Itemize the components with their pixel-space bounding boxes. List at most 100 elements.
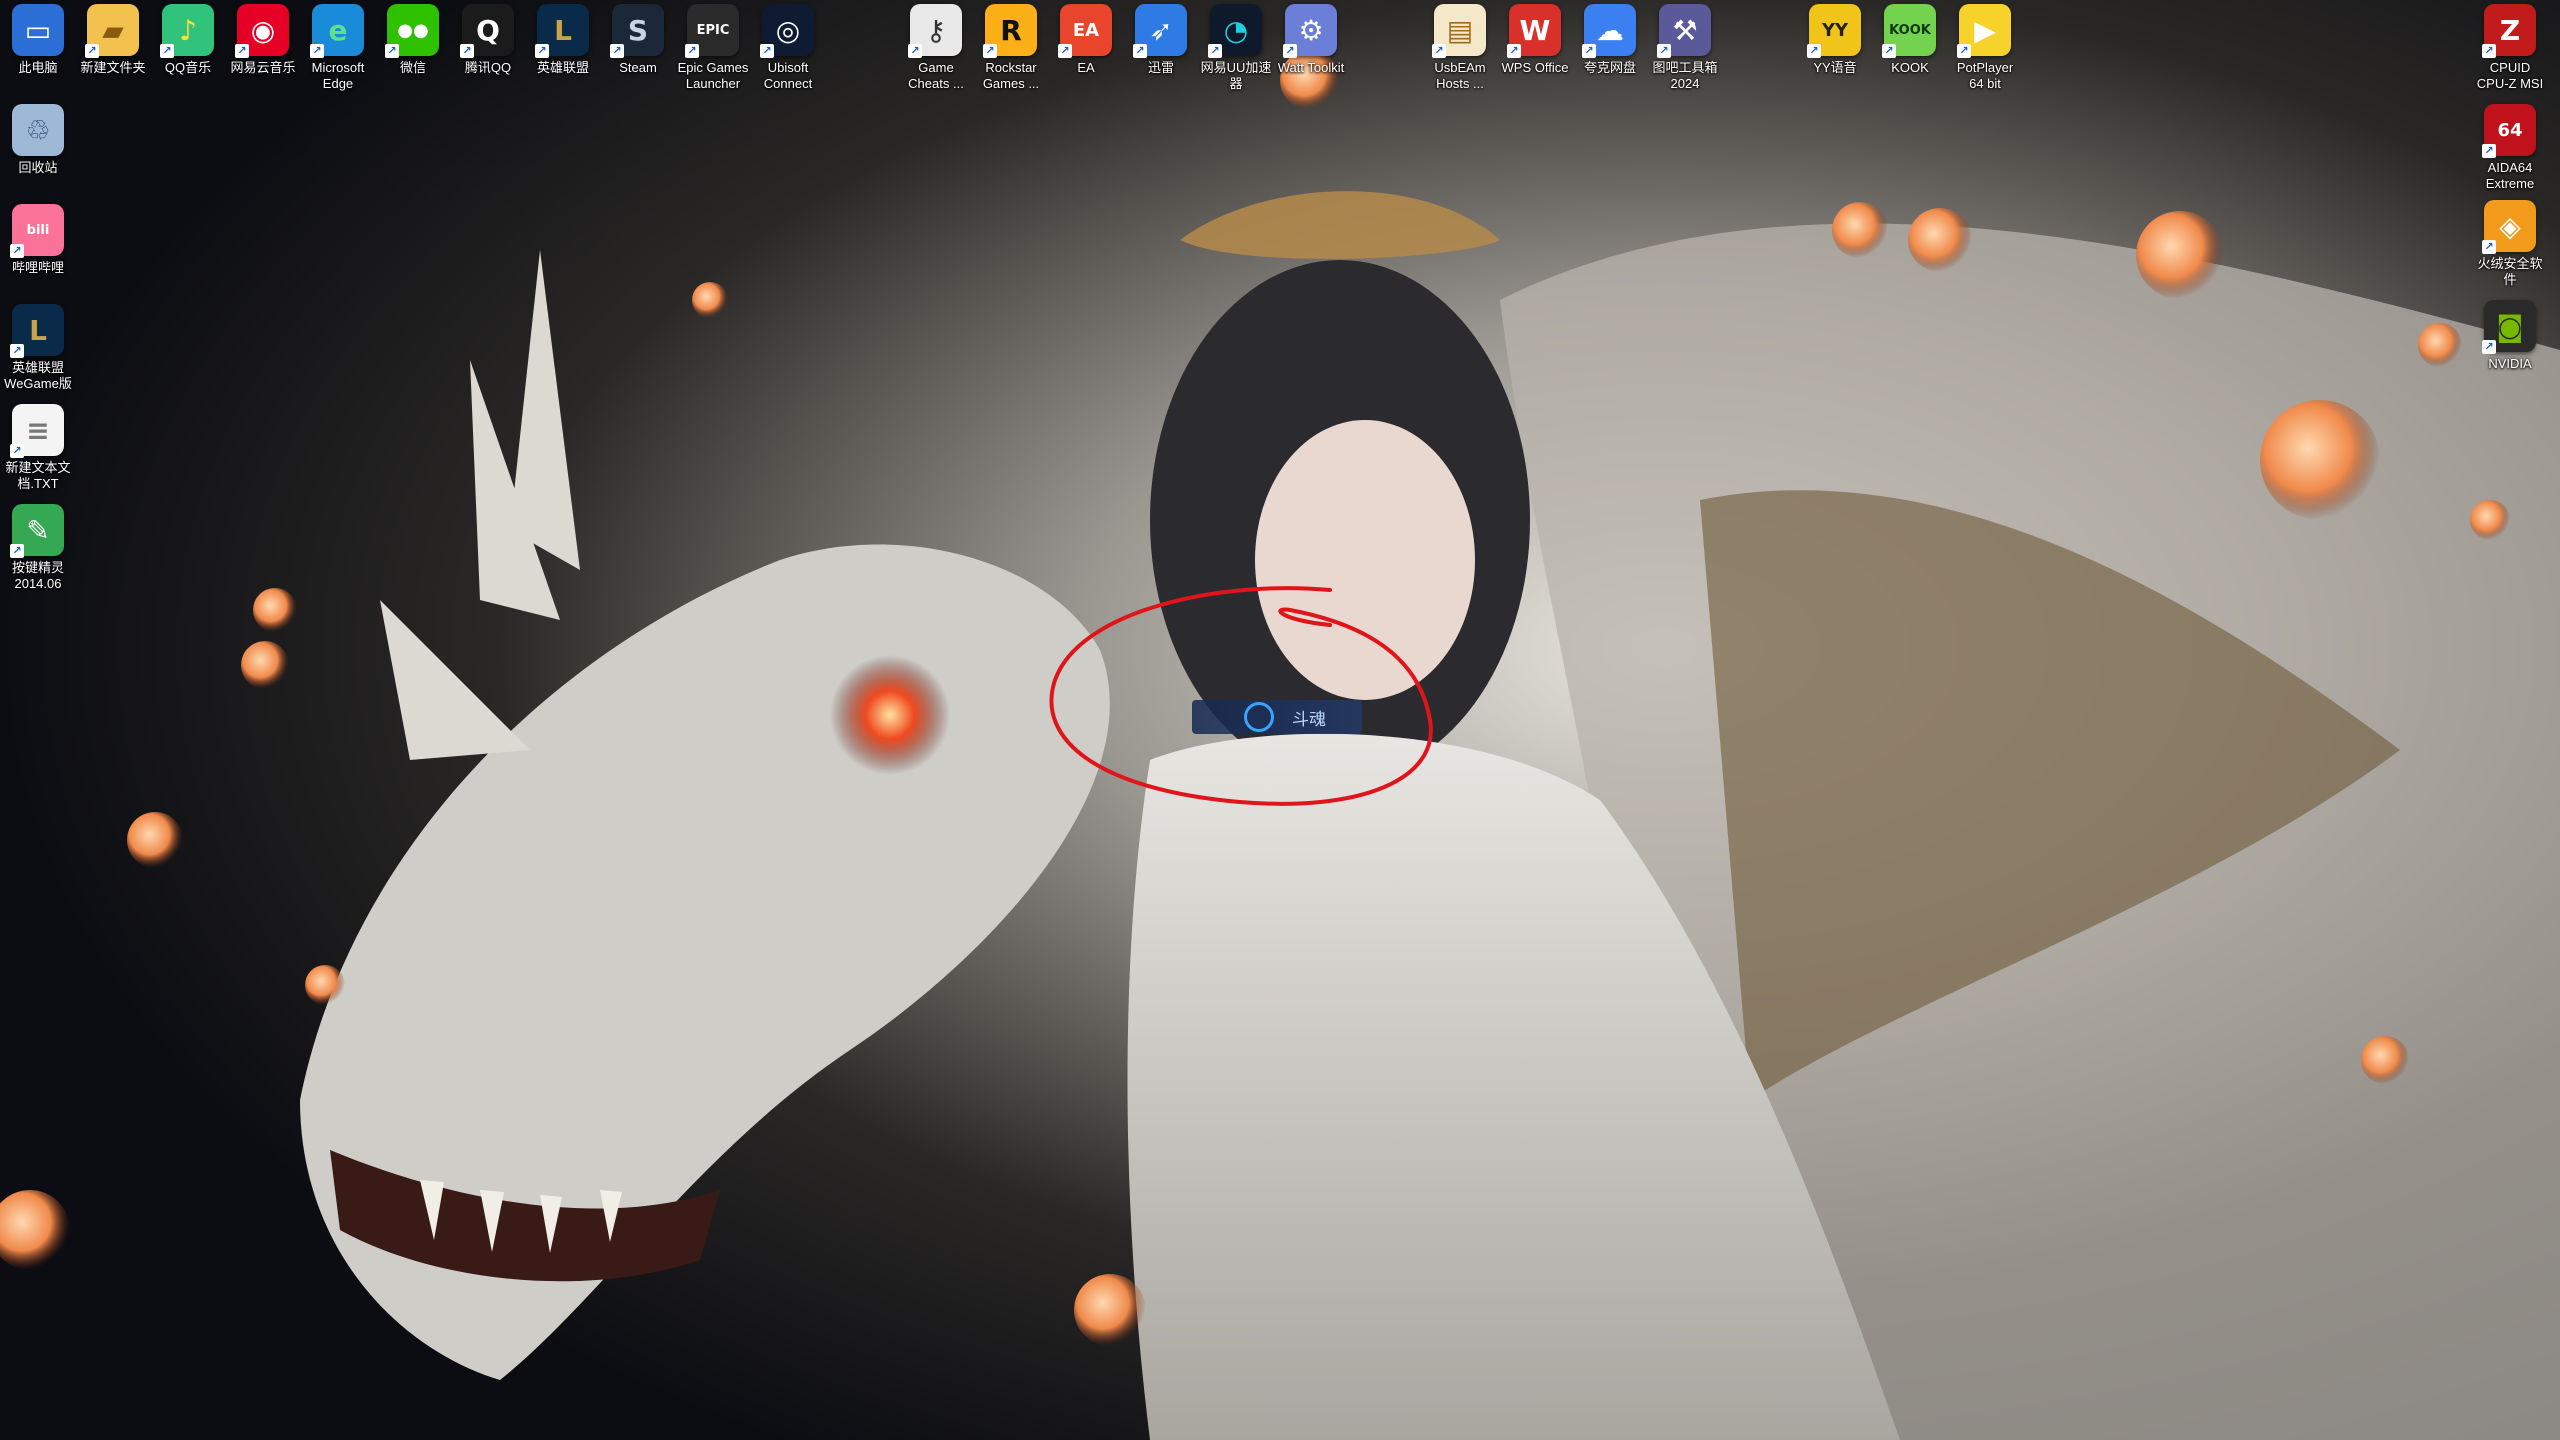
- desktop-shortcut-label: PotPlayer 64 bit: [1956, 60, 2014, 91]
- desktop-shortcut-nvidia[interactable]: ◙ ↗ NVIDIA: [2472, 300, 2548, 372]
- shortcut-arrow-icon: ↗: [2482, 144, 2496, 158]
- yy-voice-icon: YY ↗: [1807, 4, 1861, 58]
- shortcut-arrow-icon: ↗: [385, 44, 399, 58]
- desktop-shortcut-label: Game Cheats ...: [908, 60, 964, 91]
- desktop-shortcut-new-text[interactable]: ≡ ↗ 新建文本文 档.TXT: [0, 404, 76, 492]
- shortcut-arrow-icon: ↗: [85, 44, 99, 58]
- netease-music-icon: ◉ ↗: [235, 4, 289, 58]
- shortcut-arrow-icon: ↗: [535, 44, 549, 58]
- shortcut-arrow-icon: ↗: [1882, 44, 1896, 58]
- desktop-shortcut-lol[interactable]: L ↗ 英雄联盟: [525, 4, 601, 76]
- desktop-shortcut-label: 图吧工具箱 2024: [1652, 60, 1718, 91]
- shortcut-arrow-icon: ↗: [2482, 44, 2496, 58]
- potplayer-icon: ▶ ↗: [1957, 4, 2011, 58]
- desktop-shortcut-watt[interactable]: ⚙ ↗ Watt Toolkit: [1273, 4, 1349, 76]
- shortcut-arrow-icon: ↗: [1283, 44, 1297, 58]
- huorong-icon: ◈ ↗: [2482, 200, 2536, 254]
- desktop-shortcut-ubisoft[interactable]: ◎ ↗ Ubisoft Connect: [750, 4, 826, 92]
- desktop-shortcut-epic[interactable]: EPIC ↗ Epic Games Launcher: [675, 4, 751, 92]
- desktop-shortcut-tools[interactable]: ⚒ ↗ 图吧工具箱 2024: [1647, 4, 1723, 92]
- shortcut-arrow-icon: ↗: [310, 44, 324, 58]
- desktop-shortcut-steam[interactable]: S ↗ Steam: [600, 4, 676, 76]
- desktop-shortcut-label: 迅雷: [1147, 60, 1174, 75]
- desktop-shortcut-huorong[interactable]: ◈ ↗ 火绒安全软 件: [2472, 200, 2548, 288]
- desktop-shortcut-rockstar[interactable]: R ↗ Rockstar Games ...: [973, 4, 1049, 92]
- computer-icon: ▭: [12, 4, 64, 56]
- watt-toolkit-icon: ⚙ ↗: [1283, 4, 1337, 58]
- uu-accelerator-icon: ◔ ↗: [1208, 4, 1262, 58]
- shortcut-arrow-icon: ↗: [460, 44, 474, 58]
- desktop-shortcut-game-cheats[interactable]: ⚷ ↗ Game Cheats ...: [898, 4, 974, 92]
- game-overlay-badge: 斗魂: [1192, 700, 1362, 734]
- wps-office-icon: W ↗: [1507, 4, 1561, 58]
- recycle-bin-icon: ♲: [12, 104, 64, 156]
- shortcut-arrow-icon: ↗: [908, 44, 922, 58]
- ea-icon: EA ↗: [1058, 4, 1112, 58]
- desktop-shortcut-label: WPS Office: [1501, 60, 1569, 75]
- bilibili-icon: bili ↗: [10, 204, 64, 258]
- aida64-icon: 64 ↗: [2482, 104, 2536, 158]
- xunlei-bird-icon: ➶ ↗: [1133, 4, 1187, 58]
- desktop-shortcut-ea[interactable]: EA ↗ EA: [1048, 4, 1124, 76]
- text-file-icon: ≡ ↗: [10, 404, 64, 458]
- rockstar-icon: R ↗: [983, 4, 1037, 58]
- desktop-shortcut-label: CPUID CPU-Z MSI: [2476, 60, 2544, 91]
- desktop-shortcut-new-folder[interactable]: ▰ ↗ 新建文件夹: [75, 4, 151, 76]
- qq-penguin-icon: Q ↗: [460, 4, 514, 58]
- desktop-shortcut-label: 新建文件夹: [80, 60, 146, 75]
- desktop-shortcut-aida64[interactable]: 64 ↗ AIDA64 Extreme: [2472, 104, 2548, 192]
- desktop-shortcut-cloud[interactable]: ☁ ↗ 夸克网盘: [1572, 4, 1648, 76]
- steam-icon: S ↗: [610, 4, 664, 58]
- overlay-logo-icon: [1244, 702, 1274, 732]
- desktop-shortcut-wps[interactable]: W ↗ WPS Office: [1497, 4, 1573, 76]
- desktop-shortcut-label: NVIDIA: [2488, 356, 2532, 371]
- desktop-shortcut-yy[interactable]: YY ↗ YY语音: [1797, 4, 1873, 76]
- shortcut-arrow-icon: ↗: [1058, 44, 1072, 58]
- desktop-shortcut-label: 新建文本文 档.TXT: [5, 460, 71, 491]
- document-icon: ▤ ↗: [1432, 4, 1486, 58]
- toolbox-icon: ⚒ ↗: [1657, 4, 1711, 58]
- desktop-shortcut-label: 英雄联盟 WeGame版: [4, 360, 72, 391]
- shortcut-arrow-icon: ↗: [1208, 44, 1222, 58]
- desktop-shortcut-kook[interactable]: KOOK ↗ KOOK: [1872, 4, 1948, 76]
- league-of-legends-icon: L ↗: [535, 4, 589, 58]
- wechat-icon: ●● ↗: [385, 4, 439, 58]
- shortcut-arrow-icon: ↗: [1133, 44, 1147, 58]
- desktop-shortcut-label: QQ音乐: [164, 60, 212, 75]
- epic-games-icon: EPIC ↗: [685, 4, 739, 58]
- desktop-shortcut-qq-music[interactable]: ♪ ↗ QQ音乐: [150, 4, 226, 76]
- edge-icon: e ↗: [310, 4, 364, 58]
- shortcut-arrow-icon: ↗: [1507, 44, 1521, 58]
- shortcut-arrow-icon: ↗: [10, 444, 24, 458]
- desktop-shortcut-tencent-qq[interactable]: Q ↗ 腾讯QQ: [450, 4, 526, 76]
- desktop-shortcut-uu[interactable]: ◔ ↗ 网易UU加速 器: [1198, 4, 1274, 92]
- desktop-shortcut-computer[interactable]: ▭ 此电脑: [0, 4, 76, 76]
- desktop-shortcut-usbeam[interactable]: ▤ ↗ UsbEAm Hosts ...: [1422, 4, 1498, 92]
- desktop-shortcut-bilibili[interactable]: bili ↗ 哔哩哔哩: [0, 204, 76, 276]
- desktop-shortcut-lol-wegame[interactable]: L ↗ 英雄联盟 WeGame版: [0, 304, 76, 392]
- desktop-shortcut-netease-music[interactable]: ◉ ↗ 网易云音乐: [225, 4, 301, 76]
- shortcut-arrow-icon: ↗: [2482, 340, 2496, 354]
- kook-icon: KOOK ↗: [1882, 4, 1936, 58]
- desktop-shortcut-xunlei[interactable]: ➶ ↗ 迅雷: [1123, 4, 1199, 76]
- shortcut-arrow-icon: ↗: [10, 344, 24, 358]
- shortcut-arrow-icon: ↗: [160, 44, 174, 58]
- desktop-shortcut-label: 按键精灵 2014.06: [11, 560, 64, 591]
- shortcut-arrow-icon: ↗: [235, 44, 249, 58]
- shortcut-arrow-icon: ↗: [610, 44, 624, 58]
- desktop-shortcut-cpuid[interactable]: Z ↗ CPUID CPU-Z MSI: [2472, 4, 2548, 92]
- desktop-shortcut-label: 网易UU加速 器: [1200, 60, 1272, 91]
- shortcut-arrow-icon: ↗: [760, 44, 774, 58]
- desktop-shortcut-wechat[interactable]: ●● ↗ 微信: [375, 4, 451, 76]
- key-icon: ⚷ ↗: [908, 4, 962, 58]
- desktop-shortcut-potplayer[interactable]: ▶ ↗ PotPlayer 64 bit: [1947, 4, 2023, 92]
- shortcut-arrow-icon: ↗: [685, 44, 699, 58]
- desktop-shortcut-keywizard[interactable]: ✎ ↗ 按键精灵 2014.06: [0, 504, 76, 592]
- desktop-shortcut-edge[interactable]: e ↗ Microsoft Edge: [300, 4, 376, 92]
- shortcut-arrow-icon: ↗: [10, 244, 24, 258]
- desktop-shortcut-label: 英雄联盟: [536, 60, 589, 75]
- shortcut-arrow-icon: ↗: [1807, 44, 1821, 58]
- desktop-shortcut-recycle-bin[interactable]: ♲ 回收站: [0, 104, 76, 176]
- desktop-shortcut-label: EA: [1077, 60, 1095, 75]
- desktop-shortcut-label: 火绒安全软 件: [2477, 256, 2543, 287]
